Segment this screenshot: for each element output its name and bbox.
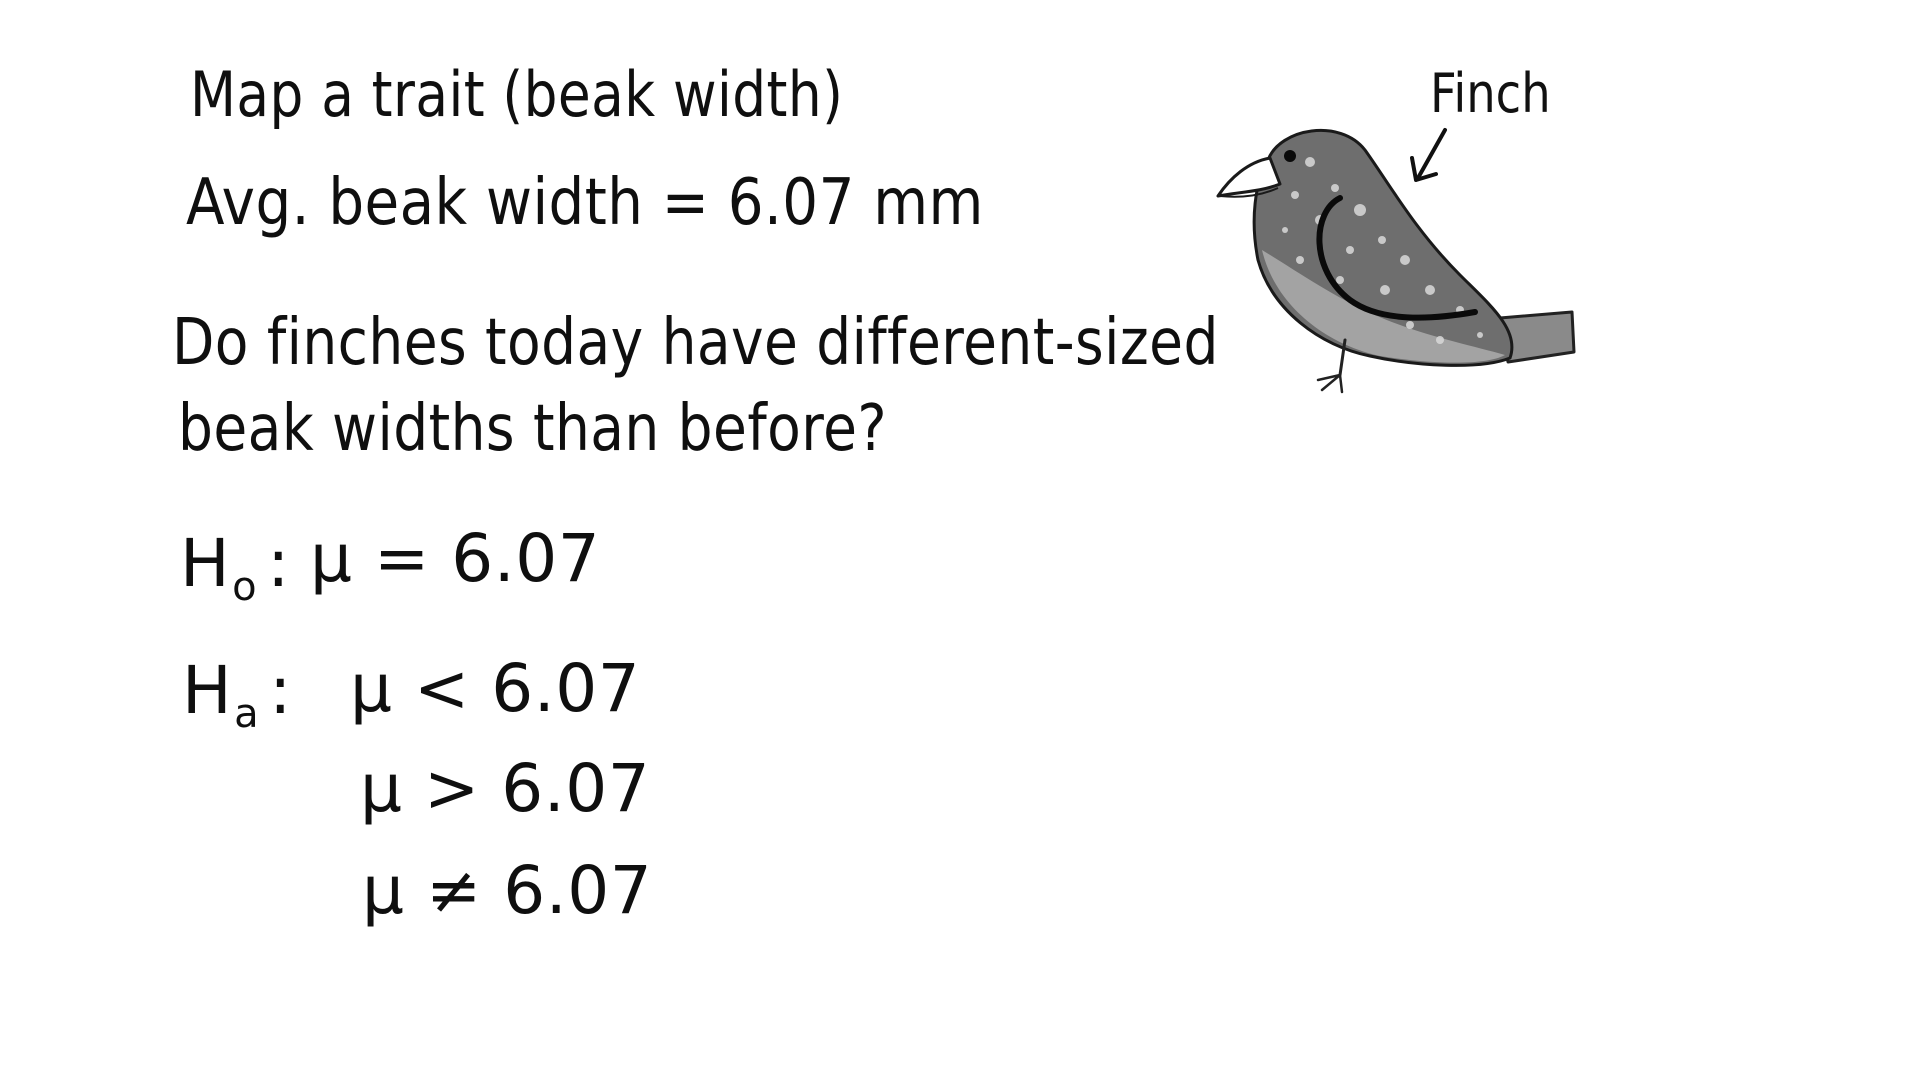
- average-beak-width: Avg. beak width = 6.07 mm: [186, 166, 984, 240]
- finch-bird-icon: [1216, 128, 1576, 394]
- page-title: Map a trait (beak width): [190, 58, 844, 131]
- alternative-less-than: μ < 6.07: [350, 650, 641, 727]
- question-line-2: beak widths than before?: [178, 392, 888, 466]
- null-hypothesis-label: Ho:: [180, 525, 290, 610]
- alternative-hypothesis-label: Ha:: [182, 652, 292, 737]
- alternative-not-equal: μ ≠ 6.07: [362, 852, 653, 929]
- alternative-hypothesis-subscript: a: [234, 691, 260, 737]
- alternative-greater-than: μ > 6.07: [360, 750, 651, 827]
- null-hypothesis-subscript: o: [232, 564, 258, 610]
- null-hypothesis-expression: μ = 6.07: [310, 520, 601, 597]
- question-line-1: Do finches today have different-sized: [172, 306, 1219, 380]
- null-hypothesis-symbol: H: [180, 525, 231, 602]
- null-hypothesis-colon: :: [267, 525, 290, 602]
- whiteboard: Map a trait (beak width) Avg. beak width…: [0, 0, 1920, 1080]
- alternative-hypothesis-symbol: H: [182, 652, 233, 729]
- alternative-hypothesis-colon: :: [269, 652, 292, 729]
